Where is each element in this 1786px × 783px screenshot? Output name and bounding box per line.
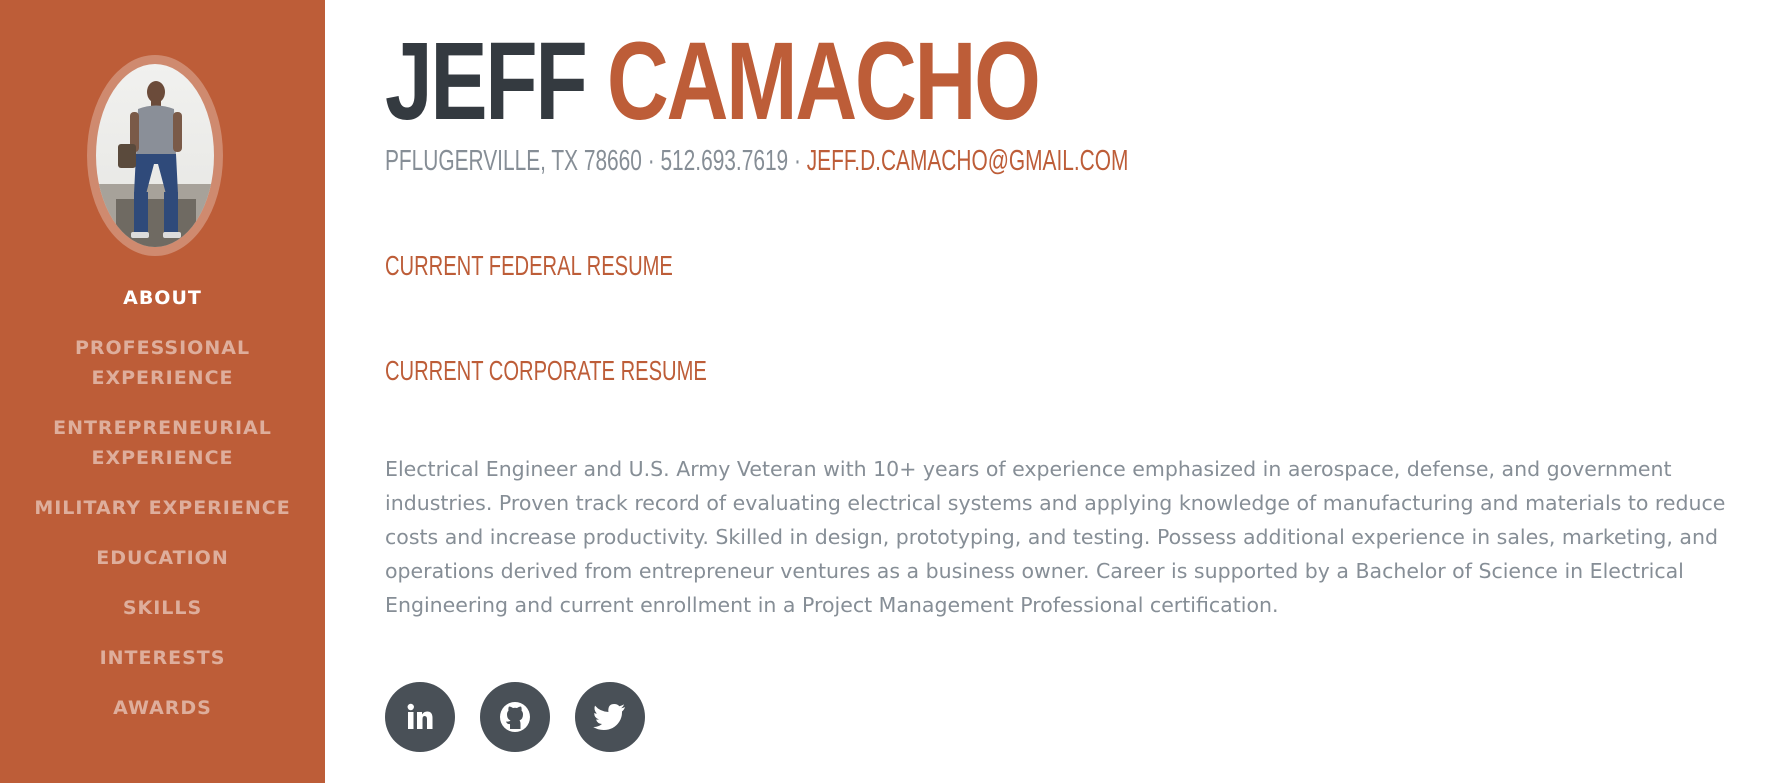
nav-item-professional-experience[interactable]: Professional Experience [0,333,325,393]
summary-paragraph: Electrical Engineer and U.S. Army Vetera… [385,457,1726,617]
address-phone: PFLUGERVILLE, TX 78660 · 512.693.7619 · [385,145,807,177]
contact-line: PFLUGERVILLE, TX 78660 · 512.693.7619 · … [385,143,1128,179]
twitter-button[interactable] [575,682,645,752]
last-name: CAMACHO [606,20,1041,143]
nav-item-awards[interactable]: Awards [0,693,325,723]
github-icon [500,702,530,732]
nav-item-education[interactable]: Education [0,543,325,573]
profile-photo [96,64,214,247]
corporate-resume-link[interactable]: CURRENT CORPORATE RESUME [385,354,707,388]
profile-photo-image [96,81,214,247]
email-link[interactable]: JEFF.D.CAMACHO@GMAIL.COM [807,145,1129,177]
sidebar: About Professional Experience Entreprene… [0,0,325,783]
linkedin-icon [407,703,433,729]
nav-item-about[interactable]: About [0,283,325,313]
twitter-icon [593,704,625,730]
linkedin-button[interactable] [385,682,455,752]
federal-resume-link[interactable]: CURRENT FEDERAL RESUME [385,249,673,283]
page-title: JEFF CAMACHO [385,20,1041,143]
profile-photo-frame [87,55,223,256]
github-button[interactable] [480,682,550,752]
nav-item-military-experience[interactable]: Military Experience [0,493,325,523]
social-icons [385,682,670,752]
nav-item-interests[interactable]: Interests [0,643,325,673]
first-name: JEFF [385,20,588,143]
nav-item-skills[interactable]: Skills [0,593,325,623]
sidebar-nav: About Professional Experience Entreprene… [0,283,325,743]
nav-item-entrepreneurial-experience[interactable]: Entrepreneurial Experience [0,413,325,473]
